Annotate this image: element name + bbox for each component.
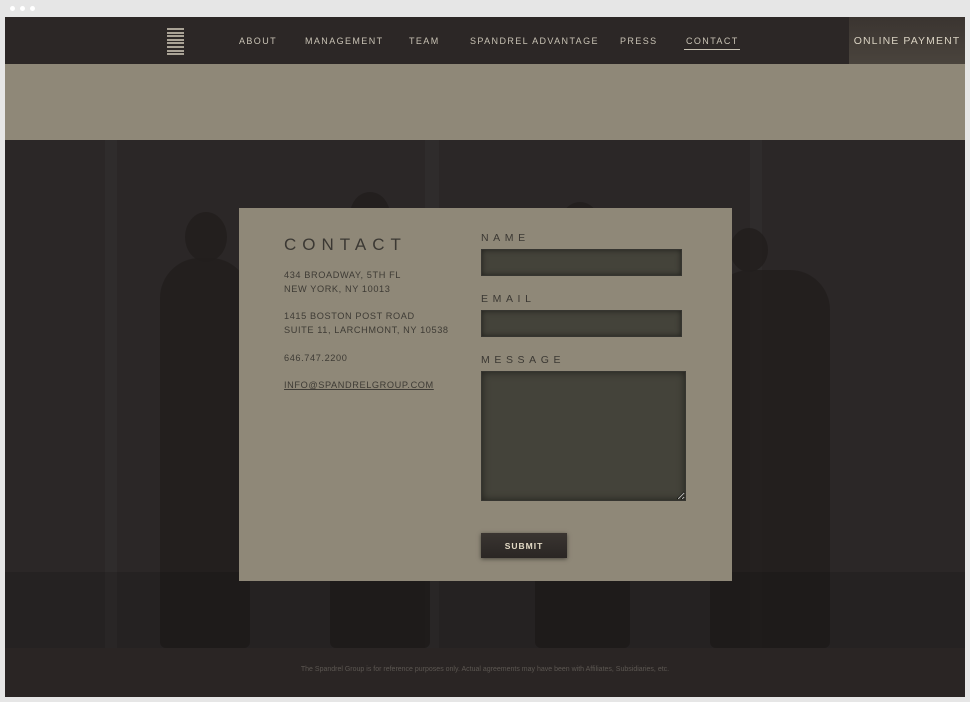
email-field[interactable] <box>481 310 682 337</box>
message-label: MESSAGE <box>481 354 566 366</box>
address-larchmont-line1: 1415 BOSTON POST ROAD <box>284 311 415 321</box>
name-label: NAME <box>481 232 530 244</box>
footer: The Spandrel Group is for reference purp… <box>5 648 965 697</box>
nav-item-team[interactable]: TEAM <box>409 36 440 46</box>
email-label: EMAIL <box>481 293 536 305</box>
window-dot-icon <box>20 6 25 11</box>
email-link[interactable]: INFO@SPANDRELGROUP.COM <box>284 378 434 392</box>
name-field[interactable] <box>481 249 682 276</box>
footer-disclaimer: The Spandrel Group is for reference purp… <box>300 666 670 673</box>
browser-chrome <box>0 0 970 17</box>
submit-button[interactable]: SUBMIT <box>481 533 567 558</box>
window-dot-icon <box>30 6 35 11</box>
header-banner <box>5 64 965 140</box>
address-ny-line2: NEW YORK, NY 10013 <box>284 284 391 294</box>
top-navigation: ABOUT MANAGEMENT TEAM SPANDREL ADVANTAGE… <box>5 17 965 64</box>
address-ny-line1: 434 BROADWAY, 5TH FL <box>284 270 402 280</box>
stacked-bars-logo-icon[interactable] <box>167 28 184 57</box>
address-larchmont-line2: SUITE 11, LARCHMONT, NY 10538 <box>284 325 449 335</box>
nav-item-press[interactable]: PRESS <box>620 36 658 46</box>
contact-panel: CONTACT 434 BROADWAY, 5TH FL NEW YORK, N… <box>239 208 732 581</box>
contact-title: CONTACT <box>284 235 407 254</box>
phone-number: 646.747.2200 <box>284 353 348 363</box>
nav-item-management[interactable]: MANAGEMENT <box>305 36 384 46</box>
window-dot-icon <box>10 6 15 11</box>
nav-item-spandrel-advantage[interactable]: SPANDREL ADVANTAGE <box>470 36 599 46</box>
message-textarea[interactable] <box>481 371 686 501</box>
nav-item-contact[interactable]: CONTACT <box>684 36 740 50</box>
page-viewport: ABOUT MANAGEMENT TEAM SPANDREL ADVANTAGE… <box>5 17 965 697</box>
nav-item-about[interactable]: ABOUT <box>239 36 277 46</box>
online-payment-button[interactable]: ONLINE PAYMENT <box>849 17 965 64</box>
